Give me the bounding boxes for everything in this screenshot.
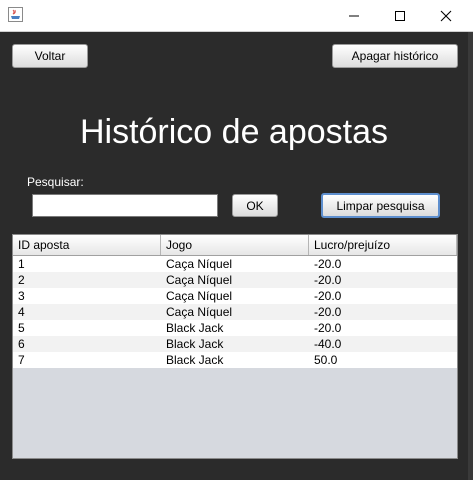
cell-bet-id: 6 — [18, 337, 25, 351]
cell-profit-loss: 50.0 — [314, 353, 338, 367]
cell-game: Caça Níquel — [166, 273, 233, 287]
cell-game: Black Jack — [166, 353, 224, 367]
table-row[interactable]: 2 Caça Níquel -20.0 — [13, 272, 457, 288]
minimize-button[interactable] — [331, 0, 377, 31]
window-border — [468, 32, 473, 480]
table-row[interactable]: 5 Black Jack -20.0 — [13, 320, 457, 336]
ok-button[interactable]: OK — [232, 194, 278, 217]
cell-profit-loss: -20.0 — [314, 289, 342, 303]
maximize-button[interactable] — [377, 0, 423, 31]
window-titlebar — [0, 0, 473, 32]
column-header-game[interactable]: Jogo — [161, 235, 309, 255]
cell-bet-id: 2 — [18, 273, 25, 287]
cell-bet-id: 5 — [18, 321, 25, 335]
column-header-bet-id[interactable]: ID aposta — [13, 235, 161, 255]
cell-profit-loss: -20.0 — [314, 321, 342, 335]
java-app-icon — [8, 7, 23, 22]
search-input[interactable] — [32, 194, 218, 217]
minimize-icon — [348, 10, 360, 22]
cell-bet-id: 7 — [18, 353, 25, 367]
cell-game: Caça Níquel — [166, 257, 233, 271]
cell-game: Black Jack — [166, 337, 224, 351]
page-title: Histórico de apostas — [79, 113, 389, 151]
back-button[interactable]: Voltar — [12, 44, 88, 68]
cell-profit-loss: -20.0 — [314, 305, 342, 319]
cell-profit-loss: -40.0 — [314, 337, 342, 351]
table-header: ID aposta Jogo Lucro/prejuízo — [13, 235, 457, 256]
table-row[interactable]: 4 Caça Níquel -20.0 — [13, 304, 457, 320]
cell-bet-id: 4 — [18, 305, 25, 319]
bets-table[interactable]: ID aposta Jogo Lucro/prejuízo 1 Caça Níq… — [12, 234, 458, 459]
cell-bet-id: 3 — [18, 289, 25, 303]
cell-profit-loss: -20.0 — [314, 273, 342, 287]
clear-history-button[interactable]: Apagar histórico — [332, 44, 458, 68]
cell-game: Black Jack — [166, 321, 224, 335]
close-icon — [440, 10, 452, 22]
search-label: Pesquisar: — [27, 175, 84, 189]
column-header-profit-loss[interactable]: Lucro/prejuízo — [309, 235, 457, 255]
maximize-icon — [394, 10, 406, 22]
cell-profit-loss: -20.0 — [314, 257, 342, 271]
table-row[interactable]: 7 Black Jack 50.0 — [13, 352, 457, 368]
table-body: 1 Caça Níquel -20.0 2 Caça Níquel -20.0 … — [13, 256, 457, 368]
table-row[interactable]: 1 Caça Níquel -20.0 — [13, 256, 457, 272]
cell-game: Caça Níquel — [166, 305, 233, 319]
close-button[interactable] — [423, 0, 469, 31]
clear-search-button[interactable]: Limpar pesquisa — [321, 193, 440, 218]
table-row[interactable]: 6 Black Jack -40.0 — [13, 336, 457, 352]
table-row[interactable]: 3 Caça Níquel -20.0 — [13, 288, 457, 304]
cell-game: Caça Níquel — [166, 289, 233, 303]
cell-bet-id: 1 — [18, 257, 25, 271]
